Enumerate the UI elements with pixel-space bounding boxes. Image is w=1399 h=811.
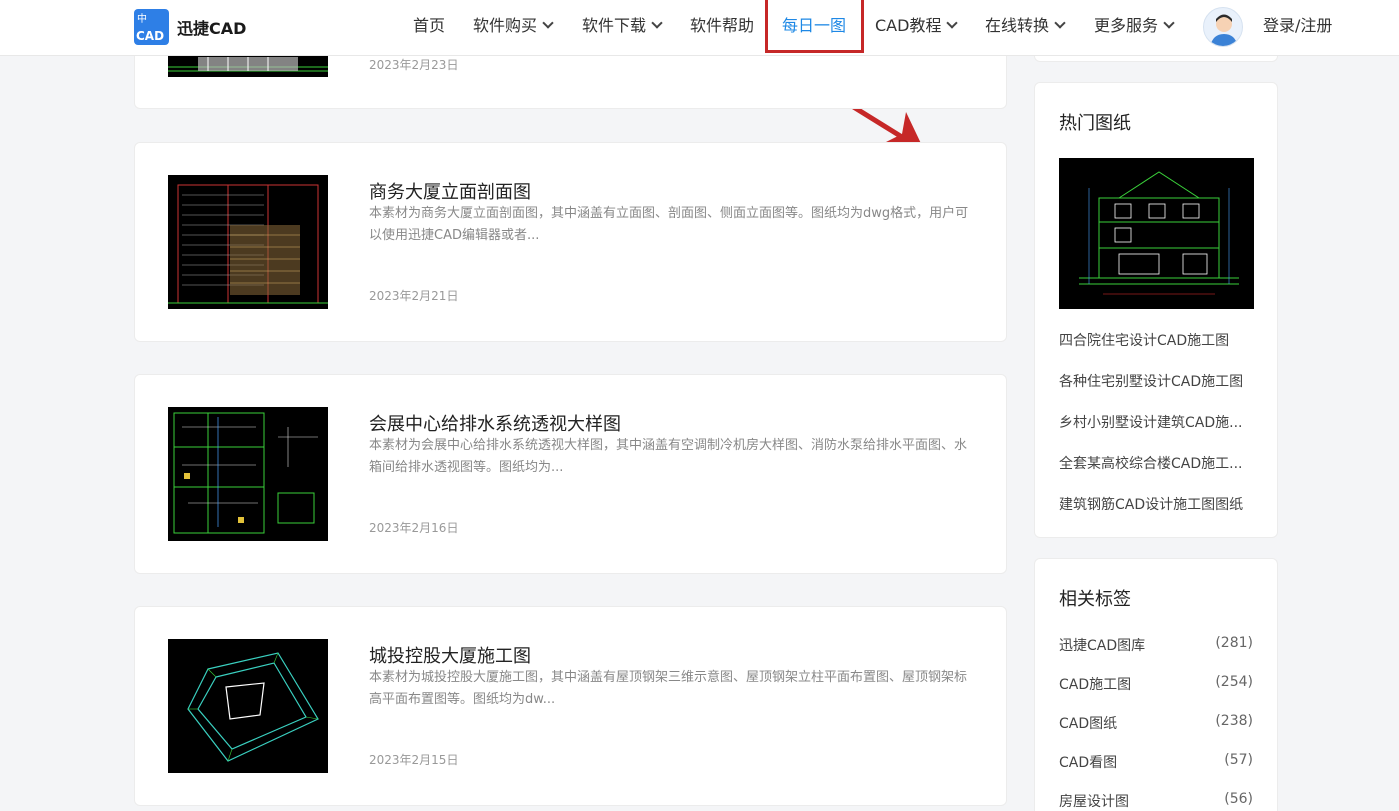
login-register-link[interactable]: 登录/注册 <box>1263 0 1332 52</box>
nav-help[interactable]: 软件帮助 <box>690 0 754 52</box>
logo-icon: 中 CAD <box>134 9 169 45</box>
nav-home-label: 首页 <box>413 16 446 35</box>
chevron-down-icon <box>651 17 663 29</box>
tag-name: CAD看图 <box>1059 755 1118 771</box>
nav-buy-label: 软件购买 <box>473 16 538 35</box>
hot-drawing-link[interactable]: 全套某高校综合楼CAD施工... <box>1059 453 1253 473</box>
tag-item[interactable]: CAD看图 (57) <box>1059 752 1253 772</box>
nav-home[interactable]: 首页 <box>413 0 445 52</box>
tag-count: (56) <box>1224 791 1253 807</box>
top-navigation-bar: 中 CAD 迅捷CAD 首页 软件购买 软件下载 软件帮助 每日一图 CAD教程… <box>0 0 1399 56</box>
article-date: 2023年2月15日 <box>369 753 459 767</box>
tag-name: CAD图纸 <box>1059 716 1118 732</box>
article-thumbnail[interactable] <box>168 175 328 309</box>
annotation-highlight-box <box>765 0 864 53</box>
chevron-down-icon <box>946 17 959 29</box>
article-date: 2023年2月21日 <box>369 289 459 303</box>
tag-name: 房屋设计图 <box>1059 794 1129 810</box>
site-logo[interactable]: 中 CAD 迅捷CAD <box>134 9 246 45</box>
tag-count: (238) <box>1215 713 1253 729</box>
article-card[interactable]: 商务大厦立面剖面图 本素材为商务大厦立面剖面图，其中涵盖有立面图、剖面图、侧面立… <box>134 142 1007 342</box>
article-card[interactable]: 城投控股大厦施工图 本素材为城投控股大厦施工图，其中涵盖有屋顶钢架三维示意图、屋… <box>134 606 1007 806</box>
article-description: 本素材为会展中心给排水系统透视大样图，其中涵盖有空调制冷机房大样图、消防水泵给排… <box>369 438 968 475</box>
chevron-down-icon <box>542 17 554 29</box>
tag-count: (254) <box>1215 674 1253 690</box>
nav-cad-tutorial-label: CAD教程 <box>875 16 942 35</box>
nav-download-label: 软件下载 <box>582 16 647 35</box>
article-date: 2023年2月23日 <box>369 58 459 72</box>
related-tags-panel: 相关标签 迅捷CAD图库 (281) CAD施工图 (254) CAD图纸 (2… <box>1034 558 1278 811</box>
tag-count: (281) <box>1215 635 1253 651</box>
nav-online-convert-label: 在线转换 <box>985 16 1050 35</box>
tag-item[interactable]: 房屋设计图 (56) <box>1059 791 1253 811</box>
nav-help-label: 软件帮助 <box>690 16 755 35</box>
chevron-down-icon <box>1054 17 1066 29</box>
nav-cad-tutorial[interactable]: CAD教程 <box>875 0 959 52</box>
nav-more-services[interactable]: 更多服务 <box>1094 0 1175 52</box>
hot-drawing-thumbnail[interactable] <box>1059 158 1254 309</box>
article-description: 本素材为城投控股大厦施工图，其中涵盖有屋顶钢架三维示意图、屋顶钢架立柱平面布置图… <box>369 670 968 707</box>
logo-mark-top: 中 <box>137 14 147 25</box>
article-thumbnail[interactable] <box>168 639 328 773</box>
user-avatar-icon[interactable] <box>1203 7 1243 47</box>
tag-item[interactable]: CAD施工图 (254) <box>1059 674 1253 694</box>
tag-count: (57) <box>1224 752 1253 768</box>
article-description: 本素材为商务大厦立面剖面图，其中涵盖有立面图、剖面图、侧面立面图等。图纸均为dw… <box>369 206 969 243</box>
logo-mark-bottom: CAD <box>136 29 165 43</box>
article-thumbnail[interactable] <box>168 407 328 541</box>
tag-name: CAD施工图 <box>1059 677 1132 693</box>
chevron-down-icon <box>1163 17 1175 29</box>
article-date: 2023年2月16日 <box>369 521 459 535</box>
logo-text: 迅捷CAD <box>177 19 247 38</box>
hot-drawing-link[interactable]: 建筑钢筋CAD设计施工图图纸 <box>1059 494 1253 514</box>
nav-download[interactable]: 软件下载 <box>582 0 663 52</box>
hot-drawings-panel: 热门图纸 四合院住宅设计CAD施工图 各种住宅别墅设计CAD施工图 乡村小别墅设… <box>1034 82 1278 538</box>
article-title[interactable]: 商务大厦立面剖面图 <box>369 178 531 204</box>
hot-drawing-link[interactable]: 各种住宅别墅设计CAD施工图 <box>1059 371 1253 391</box>
article-card[interactable]: 会展中心给排水系统透视大样图 本素材为会展中心给排水系统透视大样图，其中涵盖有空… <box>134 374 1007 574</box>
hot-drawings-title: 热门图纸 <box>1059 113 1131 134</box>
article-title[interactable]: 城投控股大厦施工图 <box>369 642 531 668</box>
hot-drawing-link[interactable]: 四合院住宅设计CAD施工图 <box>1059 330 1253 350</box>
nav-buy[interactable]: 软件购买 <box>473 0 554 52</box>
article-title[interactable]: 会展中心给排水系统透视大样图 <box>369 410 621 436</box>
tag-name: 迅捷CAD图库 <box>1059 638 1146 654</box>
hot-drawing-link[interactable]: 乡村小别墅设计建筑CAD施... <box>1059 412 1253 432</box>
related-tags-title: 相关标签 <box>1059 589 1131 610</box>
tag-item[interactable]: 迅捷CAD图库 (281) <box>1059 635 1253 655</box>
tag-item[interactable]: CAD图纸 (238) <box>1059 713 1253 733</box>
nav-online-convert[interactable]: 在线转换 <box>985 0 1066 52</box>
nav-more-services-label: 更多服务 <box>1094 16 1159 35</box>
